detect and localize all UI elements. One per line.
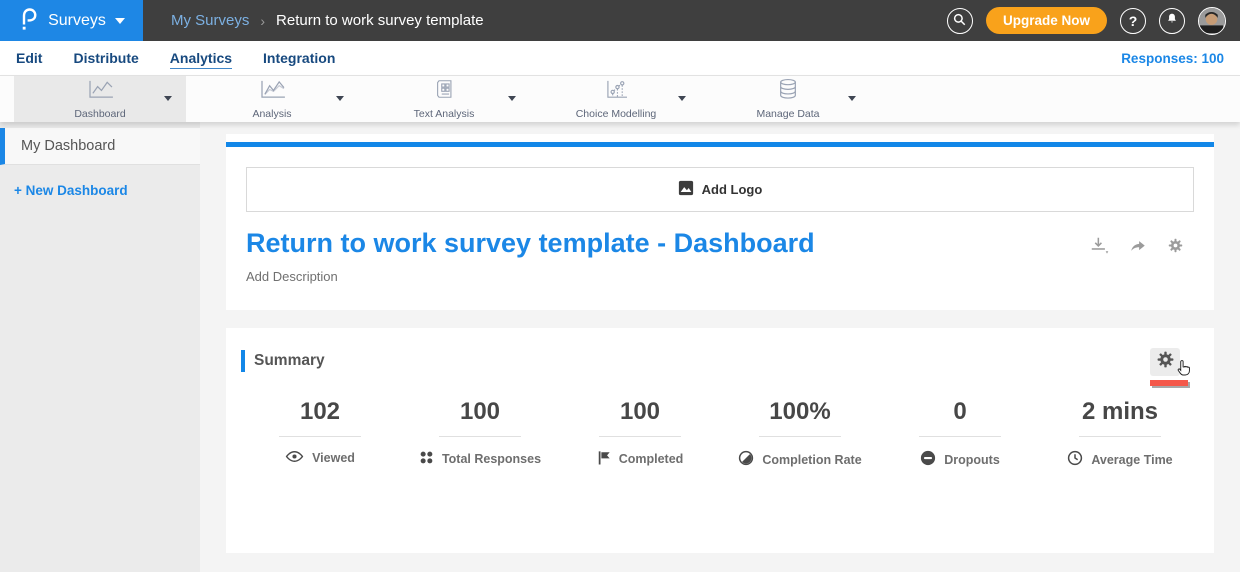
eye-icon [285, 450, 304, 466]
manage-data-dropdown-caret-icon[interactable] [848, 96, 856, 101]
stat-label: Viewed [312, 451, 355, 465]
toolbar-item-label: Dashboard [74, 108, 125, 120]
breadcrumb-separator: › [260, 13, 265, 29]
stat-label: Average Time [1091, 453, 1172, 467]
toolbar-text-analysis[interactable]: Text Analysis [358, 76, 530, 122]
summary-accent-bar [241, 350, 245, 372]
survey-tabs: Edit Distribute Analytics Integration Re… [0, 41, 1240, 76]
stat-value: 102 [240, 398, 400, 426]
tab-edit[interactable]: Edit [16, 50, 42, 66]
toolbar-item-label: Manage Data [756, 108, 819, 120]
summary-settings-button[interactable] [1150, 348, 1180, 376]
summary-title: Summary [254, 352, 325, 370]
text-analysis-dropdown-caret-icon[interactable] [508, 96, 516, 101]
stat-dropouts: 0 Dropouts [880, 398, 1040, 469]
stat-viewed: 102 Viewed [240, 398, 400, 469]
stat-value: 2 mins [1040, 398, 1200, 426]
header-actions: Upgrade Now ? [947, 7, 1240, 35]
add-logo-button[interactable]: Add Logo [246, 167, 1194, 212]
breadcrumb-my-surveys[interactable]: My Surveys [171, 12, 249, 29]
dashboard-actions [1090, 228, 1184, 259]
toolbar-item-label: Text Analysis [414, 108, 475, 120]
analytics-toolbar: Dashboard Analysis Text Analysis [0, 76, 1240, 122]
dashboard-accent-bar [226, 142, 1214, 147]
divider [1079, 436, 1161, 437]
hand-cursor-icon [1174, 359, 1193, 383]
breadcrumb: My Surveys › Return to work survey templ… [171, 12, 484, 29]
tab-distribute[interactable]: Distribute [73, 50, 138, 66]
dashboard-title[interactable]: Return to work survey template - Dashboa… [246, 228, 815, 259]
search-button[interactable] [947, 8, 973, 34]
database-icon [777, 78, 799, 105]
dashboard-dropdown-caret-icon[interactable] [164, 96, 172, 101]
question-mark-icon: ? [1129, 13, 1138, 29]
divider [919, 436, 1001, 437]
sidebar-item-my-dashboard[interactable]: My Dashboard [0, 128, 200, 165]
stat-value: 100 [400, 398, 560, 426]
image-icon [678, 180, 694, 199]
half-circle-icon [738, 450, 754, 469]
stat-label: Dropouts [944, 453, 1000, 467]
help-button[interactable]: ? [1120, 8, 1146, 34]
dashboard-main: Add Logo Return to work survey template … [200, 122, 1240, 572]
chevron-down-icon [115, 18, 125, 24]
divider [759, 436, 841, 437]
stat-label: Completed [619, 452, 684, 466]
summary-widget: Summary [226, 328, 1214, 553]
stat-total-responses: 100 Total Responses [400, 398, 560, 469]
new-dashboard-button[interactable]: + New Dashboard [0, 165, 200, 198]
product-switcher[interactable]: Surveys [0, 0, 143, 41]
divider [279, 436, 361, 437]
share-icon[interactable] [1129, 238, 1147, 259]
add-logo-label: Add Logo [702, 182, 763, 197]
toolbar-item-label: Choice Modelling [576, 108, 657, 120]
toolbar-item-label: Analysis [252, 108, 291, 120]
stat-value: 100 [560, 398, 720, 426]
stat-average-time: 2 mins Average Time [1040, 398, 1200, 469]
gear-icon[interactable] [1167, 237, 1184, 259]
add-description-placeholder[interactable]: Add Description [246, 269, 1194, 284]
document-grid-icon [434, 78, 455, 105]
stat-label: Completion Rate [762, 453, 861, 467]
toolbar-dashboard[interactable]: Dashboard [14, 76, 186, 122]
line-chart-icon [86, 79, 115, 105]
stat-value: 0 [880, 398, 1040, 426]
summary-settings-annotation [1150, 348, 1188, 386]
analysis-dropdown-caret-icon[interactable] [336, 96, 344, 101]
download-icon[interactable] [1090, 237, 1109, 259]
tab-integration[interactable]: Integration [263, 50, 335, 66]
divider [439, 436, 521, 437]
responses-count: Responses: 100 [1121, 51, 1224, 66]
questionpro-logo-icon [18, 6, 39, 36]
top-header: Surveys My Surveys › Return to work surv… [0, 0, 1240, 41]
choice-modelling-dropdown-caret-icon[interactable] [678, 96, 686, 101]
avatar[interactable] [1198, 7, 1226, 35]
breadcrumb-current: Return to work survey template [276, 12, 484, 29]
bell-icon [1165, 12, 1179, 29]
scatter-chart-icon [604, 79, 629, 105]
line-chart-icon [258, 79, 287, 105]
notifications-button[interactable] [1159, 8, 1185, 34]
upgrade-now-button[interactable]: Upgrade Now [986, 7, 1107, 34]
product-name: Surveys [48, 12, 106, 30]
summary-stats: 102 Viewed 100 [240, 398, 1200, 469]
toolbar-analysis[interactable]: Analysis [186, 76, 358, 122]
dashboard-sidebar: My Dashboard + New Dashboard [0, 122, 200, 572]
tab-analytics[interactable]: Analytics [170, 50, 232, 66]
flag-icon [597, 450, 611, 468]
clock-icon [1067, 450, 1083, 469]
stat-value: 100% [720, 398, 880, 426]
search-icon [952, 12, 967, 30]
dots-grid-icon [419, 450, 434, 468]
minus-circle-icon [920, 450, 936, 469]
dashboard-header-card: Add Logo Return to work survey template … [226, 134, 1214, 310]
stat-label: Total Responses [442, 452, 541, 466]
stat-completed: 100 Completed [560, 398, 720, 469]
gear-icon [1156, 350, 1175, 374]
toolbar-choice-modelling[interactable]: Choice Modelling [530, 76, 702, 122]
stat-completion-rate: 100% Completion Rate [720, 398, 880, 469]
divider [599, 436, 681, 437]
